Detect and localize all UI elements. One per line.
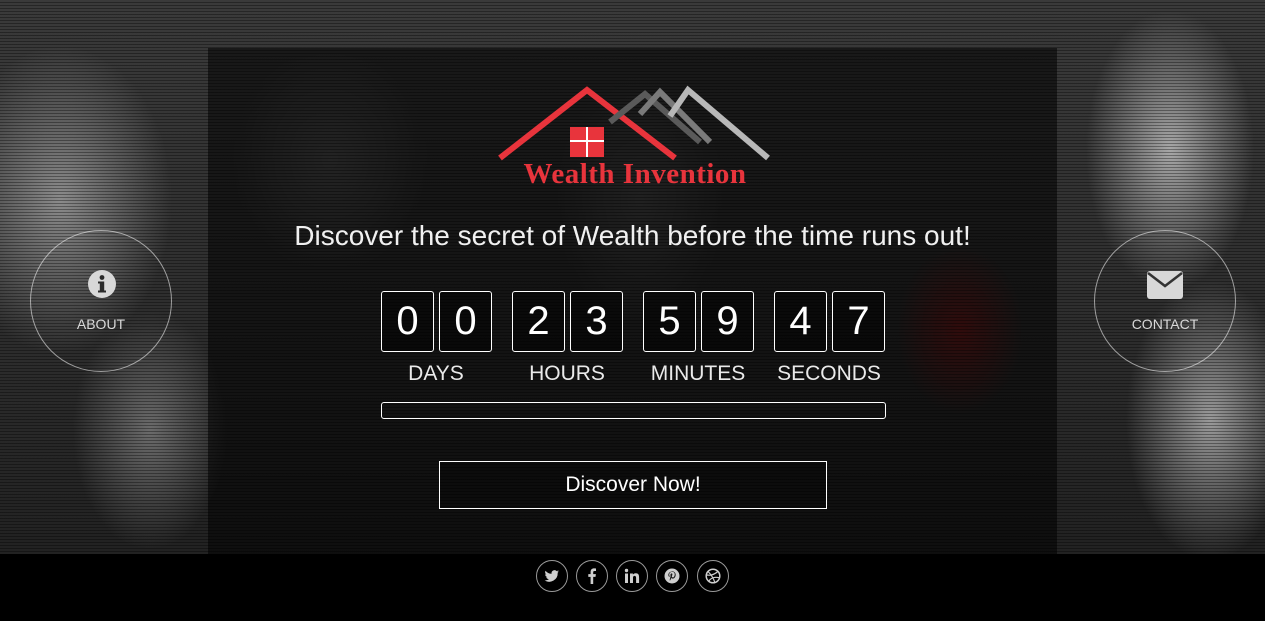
dribbble-icon	[705, 568, 721, 584]
discover-now-button[interactable]: Discover Now!	[439, 461, 827, 509]
pinterest-link[interactable]	[656, 560, 688, 592]
brand-name: Wealth Invention	[523, 158, 747, 190]
facebook-link[interactable]	[576, 560, 608, 592]
info-icon	[88, 270, 116, 298]
dribbble-link[interactable]	[697, 560, 729, 592]
pinterest-icon	[664, 568, 680, 584]
contact-button[interactable]: CONTACT	[1094, 230, 1236, 372]
days-digit-1: 0	[381, 291, 434, 352]
facebook-icon	[588, 568, 596, 584]
seconds-digit-1: 4	[774, 291, 827, 352]
seconds-label: SECONDS	[777, 362, 881, 385]
twitter-icon	[544, 570, 559, 582]
twitter-link[interactable]	[536, 560, 568, 592]
contact-label: CONTACT	[1131, 316, 1199, 332]
days-label: DAYS	[408, 362, 464, 385]
countdown-progress-bar	[381, 402, 886, 419]
envelope-icon	[1147, 271, 1183, 299]
about-button[interactable]: ABOUT	[30, 230, 172, 372]
hours-digit-2: 3	[570, 291, 623, 352]
page-tagline: Discover the secret of Wealth before the…	[294, 220, 971, 251]
hours-digit-1: 2	[512, 291, 565, 352]
seconds-digit-2: 7	[832, 291, 885, 352]
minutes-digit-2: 9	[701, 291, 754, 352]
days-digit-2: 0	[439, 291, 492, 352]
linkedin-link[interactable]	[616, 560, 648, 592]
linkedin-icon	[624, 568, 640, 583]
minutes-digit-1: 5	[643, 291, 696, 352]
about-label: ABOUT	[76, 316, 126, 332]
hours-label: HOURS	[529, 362, 605, 385]
minutes-label: MINUTES	[650, 362, 746, 385]
